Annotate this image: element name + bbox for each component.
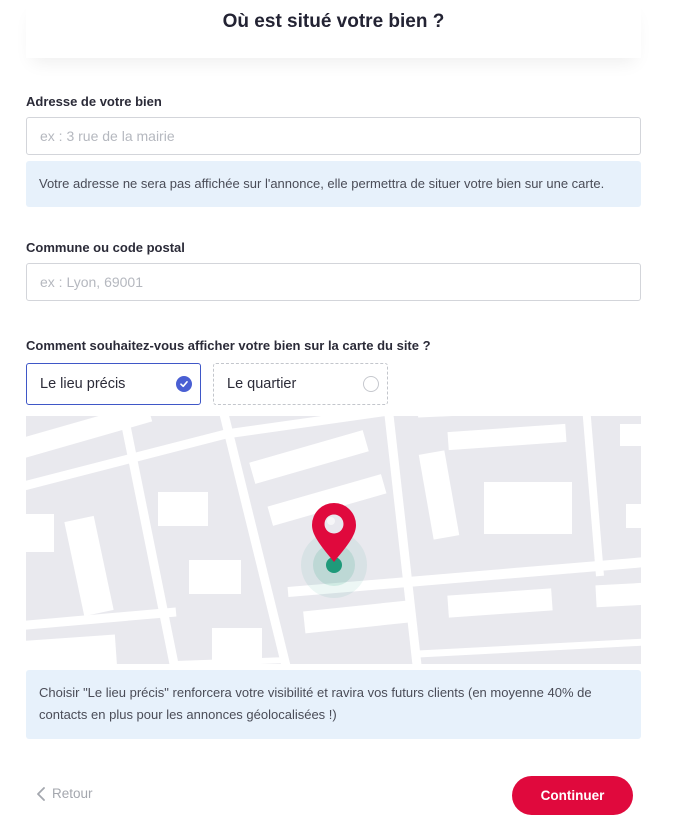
option-lieu-precis-label: Le lieu précis bbox=[40, 376, 126, 392]
display-info-text: Choisir "Le lieu précis" renforcera votr… bbox=[39, 685, 592, 722]
commune-input[interactable] bbox=[26, 263, 641, 301]
continue-button[interactable]: Continuer bbox=[512, 776, 633, 815]
chevron-left-icon bbox=[37, 786, 45, 801]
address-info-text: Votre adresse ne sera pas affichée sur l… bbox=[39, 176, 605, 191]
back-button[interactable]: Retour bbox=[36, 786, 93, 801]
checked-icon bbox=[176, 376, 192, 392]
option-quartier[interactable]: Le quartier bbox=[213, 363, 388, 405]
map-illustration bbox=[26, 416, 641, 664]
address-info-box: Votre adresse ne sera pas affichée sur l… bbox=[26, 161, 641, 207]
commune-label: Commune ou code postal bbox=[26, 240, 185, 255]
page-title: Où est situé votre bien ? bbox=[222, 11, 445, 32]
back-label: Retour bbox=[52, 786, 93, 801]
display-info-box: Choisir "Le lieu précis" renforcera votr… bbox=[26, 670, 641, 739]
radio-unchecked-icon bbox=[363, 376, 379, 392]
address-input[interactable] bbox=[26, 117, 641, 155]
option-lieu-precis[interactable]: Le lieu précis bbox=[26, 363, 201, 405]
address-label: Adresse de votre bien bbox=[26, 94, 162, 109]
display-question: Comment souhaitez-vous afficher votre bi… bbox=[26, 338, 431, 353]
page-header: Où est situé votre bien ? bbox=[26, 0, 641, 58]
option-quartier-label: Le quartier bbox=[227, 376, 297, 392]
